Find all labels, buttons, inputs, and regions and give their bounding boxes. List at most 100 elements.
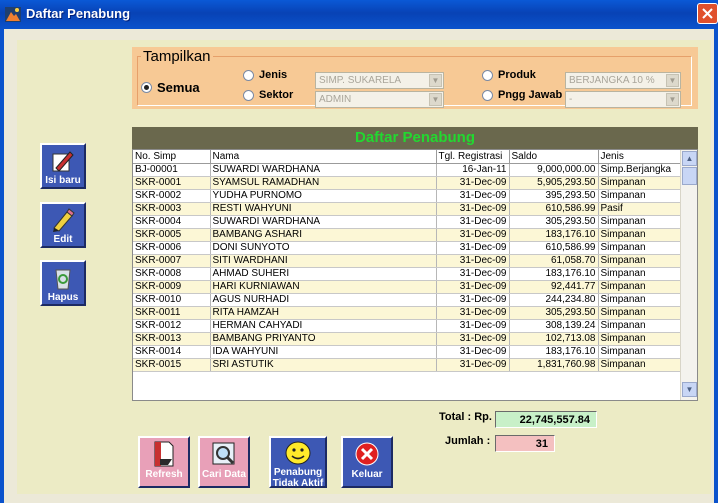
cell-tgl-registrasi: 31-Dec-09 xyxy=(436,293,510,307)
cell-no-simp: SKR-0004 xyxy=(133,215,211,229)
cell-saldo: 5,905,293.50 xyxy=(509,176,599,190)
vertical-scrollbar[interactable]: ▲ ▼ xyxy=(680,150,697,400)
radio-jenis[interactable]: Jenis xyxy=(243,69,287,81)
table-row[interactable]: SKR-0010 AGUS NURHADI 31-Dec-09 244,234.80 S… xyxy=(133,293,681,307)
radio-produk-indicator xyxy=(482,69,493,81)
cell-tgl-registrasi: 31-Dec-09 xyxy=(436,215,510,229)
column-header-no-simp[interactable]: No. Simp xyxy=(133,150,211,164)
keluar-label: Keluar xyxy=(351,469,383,480)
chevron-down-icon[interactable]: ▼ xyxy=(666,93,679,106)
cell-nama: SYAMSUL RAMADHAN xyxy=(210,176,437,190)
hapus-button[interactable]: Hapus xyxy=(40,260,86,306)
radio-semua-label: Semua xyxy=(157,80,200,95)
cell-nama: AHMAD SUHERI xyxy=(210,267,437,281)
cell-tgl-registrasi: 31-Dec-09 xyxy=(436,189,510,203)
sektor-combo[interactable]: ADMIN ▼ xyxy=(315,91,444,108)
cell-saldo: 244,234.80 xyxy=(509,293,599,307)
filter-legend: Tampilkan xyxy=(141,48,213,65)
cell-jenis: Simpanan xyxy=(598,280,681,294)
cell-nama: DONI SUNYOTO xyxy=(210,241,437,255)
scroll-thumb[interactable] xyxy=(682,167,697,185)
table-row[interactable]: SKR-0002 YUDHA PURNOMO 31-Dec-09 395,293.50… xyxy=(133,189,681,203)
cell-tgl-registrasi: 31-Dec-09 xyxy=(436,176,510,190)
exit-icon xyxy=(355,442,379,466)
close-button[interactable] xyxy=(697,3,718,24)
column-header-saldo[interactable]: Saldo xyxy=(509,150,599,164)
table-row[interactable]: SKR-0009 HARI KURNIAWAN 31-Dec-09 92,441.77… xyxy=(133,280,681,294)
radio-produk-label: Produk xyxy=(498,69,536,81)
chevron-down-icon[interactable]: ▼ xyxy=(666,74,679,87)
cell-saldo: 1,831,760.98 xyxy=(509,358,599,372)
edit-button[interactable]: Edit xyxy=(40,202,86,248)
table-row[interactable]: SKR-0005 BAMBANG ASHARI 31-Dec-09 183,176.1… xyxy=(133,228,681,242)
table-row[interactable]: SKR-0015 SRI ASTUTIK 31-Dec-09 1,831,760.98… xyxy=(133,358,681,372)
cell-no-simp: SKR-0014 xyxy=(133,345,211,359)
scroll-up-icon[interactable]: ▲ xyxy=(682,151,697,166)
radio-semua-indicator xyxy=(141,82,152,93)
table-row[interactable]: SKR-0013 BAMBANG PRIYANTO 31-Dec-09 102,713… xyxy=(133,332,681,346)
radio-produk[interactable]: Produk xyxy=(482,69,536,81)
table-row[interactable]: SKR-0008 AHMAD SUHERI 31-Dec-09 183,176.10 S… xyxy=(133,267,681,281)
cell-nama: BAMBANG ASHARI xyxy=(210,228,437,242)
cell-tgl-registrasi: 31-Dec-09 xyxy=(436,202,510,216)
cell-tgl-registrasi: 31-Dec-09 xyxy=(436,280,510,294)
table-row[interactable]: SKR-0007 SITI WARDHANI 31-Dec-09 61,058.70 S… xyxy=(133,254,681,268)
cell-no-simp: SKR-0006 xyxy=(133,241,211,255)
chevron-down-icon[interactable]: ▼ xyxy=(429,74,442,87)
cell-nama: HERMAN CAHYADI xyxy=(210,319,437,333)
cell-no-simp: SKR-0007 xyxy=(133,254,211,268)
table-row[interactable]: SKR-0001 SYAMSUL RAMADHAN 31-Dec-09 5,905,2… xyxy=(133,176,681,190)
cell-no-simp: SKR-0012 xyxy=(133,319,211,333)
cell-nama: SITI WARDHANI xyxy=(210,254,437,268)
pngg-combo[interactable]: - ▼ xyxy=(565,91,681,108)
cari-data-button[interactable]: Cari Data xyxy=(198,436,250,488)
cell-saldo: 610,586.99 xyxy=(509,241,599,255)
radio-sektor-indicator xyxy=(243,89,254,101)
table-row[interactable]: SKR-0003 RESTI WAHYUNI 31-Dec-09 610,586.99… xyxy=(133,202,681,216)
cell-tgl-registrasi: 31-Dec-09 xyxy=(436,254,510,268)
cell-nama: RESTI WAHYUNI xyxy=(210,202,437,216)
cari-data-label: Cari Data xyxy=(202,469,246,480)
radio-sektor[interactable]: Sektor xyxy=(243,89,293,101)
hapus-label: Hapus xyxy=(47,292,79,303)
column-header-jenis[interactable]: Jenis xyxy=(598,150,681,164)
cell-saldo: 395,293.50 xyxy=(509,189,599,203)
cell-saldo: 610,586.99 xyxy=(509,202,599,216)
table-row[interactable]: SKR-0004 SUWARDI WARDHANA 31-Dec-09 305,293… xyxy=(133,215,681,229)
isi-baru-button[interactable]: Isi baru xyxy=(40,143,86,189)
cell-saldo: 183,176.10 xyxy=(509,345,599,359)
refresh-button[interactable]: Refresh xyxy=(138,436,190,488)
cell-no-simp: SKR-0008 xyxy=(133,267,211,281)
document-icon xyxy=(154,441,174,467)
table-row[interactable]: SKR-0006 DONI SUNYOTO 31-Dec-09 610,586.99 S… xyxy=(133,241,681,255)
cell-saldo: 305,293.50 xyxy=(509,306,599,320)
keluar-button[interactable]: Keluar xyxy=(341,436,393,488)
cell-saldo: 102,713.08 xyxy=(509,332,599,346)
cell-saldo: 305,293.50 xyxy=(509,215,599,229)
table-row[interactable]: SKR-0011 RITA HAMZAH 31-Dec-09 305,293.50 Si… xyxy=(133,306,681,320)
produk-combo[interactable]: BERJANGKA 10 % ▼ xyxy=(565,72,681,89)
scroll-down-icon[interactable]: ▼ xyxy=(682,382,697,397)
cell-nama: SRI ASTUTIK xyxy=(210,358,437,372)
cell-tgl-registrasi: 31-Dec-09 xyxy=(436,306,510,320)
cell-saldo: 61,058.70 xyxy=(509,254,599,268)
radio-semua[interactable]: Semua xyxy=(141,80,200,95)
column-header-tgl-registrasi[interactable]: Tgl. Registrasi xyxy=(436,150,510,164)
penabung-line1: Penabung xyxy=(273,467,323,478)
cell-jenis: Simpanan xyxy=(598,189,681,203)
penabung-tidak-aktif-button[interactable]: Penabung Tidak Aktif xyxy=(269,436,327,489)
window-title: Daftar Penabung xyxy=(26,6,131,21)
edit-label: Edit xyxy=(53,234,73,245)
jenis-combo[interactable]: SIMP. SUKARELA ▼ xyxy=(315,72,444,89)
table-row[interactable]: BJ-00001 SUWARDI WARDHANA 16-Jan-11 9,000,0… xyxy=(133,163,681,177)
table-row[interactable]: SKR-0014 IDA WAHYUNI 31-Dec-09 183,176.10 Si… xyxy=(133,345,681,359)
total-label: Total : Rp. xyxy=(439,411,492,423)
radio-pngg-jawab[interactable]: Pngg Jawab xyxy=(482,89,562,101)
cell-jenis: Simp.Berjangka xyxy=(598,163,681,177)
penabung-grid[interactable]: No. Simp Nama Tgl. Registrasi Saldo Jeni… xyxy=(132,149,698,401)
cell-jenis: Simpanan xyxy=(598,254,681,268)
chevron-down-icon[interactable]: ▼ xyxy=(429,93,442,106)
column-header-nama[interactable]: Nama xyxy=(210,150,437,164)
cell-saldo: 183,176.10 xyxy=(509,267,599,281)
table-row[interactable]: SKR-0012 HERMAN CAHYADI 31-Dec-09 308,139.2… xyxy=(133,319,681,333)
